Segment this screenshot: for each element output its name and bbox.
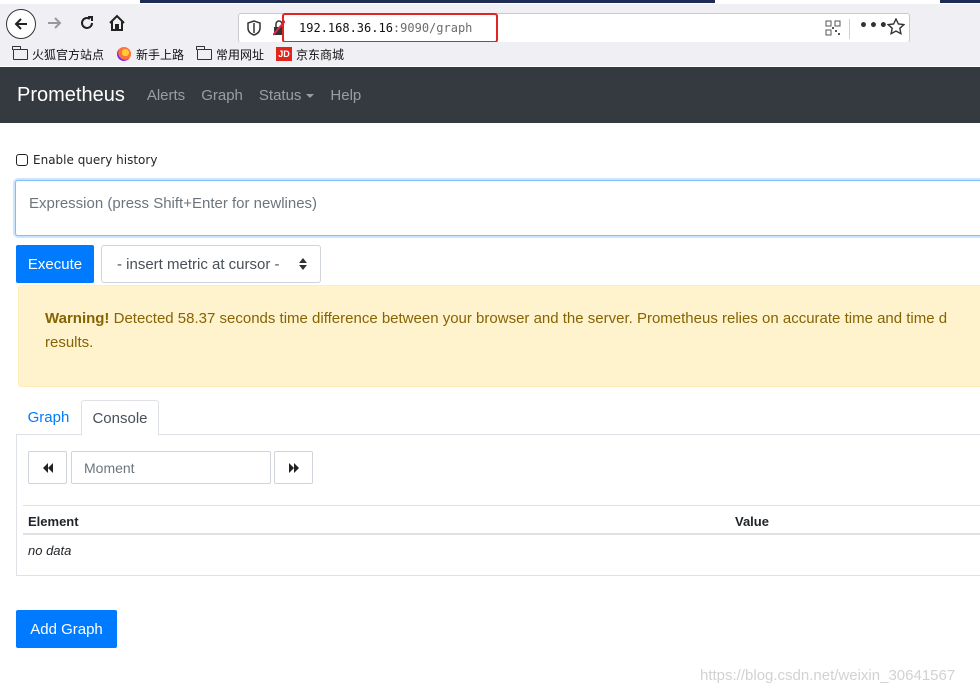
nav-link-help[interactable]: Help (330, 87, 361, 104)
nav-link-alerts[interactable]: Alerts (147, 87, 185, 104)
bookmark-item[interactable]: JD 京东商城 (276, 46, 344, 63)
warning-text-continued: results. (45, 334, 94, 351)
folder-icon (196, 45, 212, 60)
bookmark-star-icon[interactable] (887, 18, 905, 36)
bookmark-label: 火狐官方站点 (32, 47, 105, 62)
query-history-label: Enable query history (33, 153, 158, 167)
nav-link-status-label: Status (258, 86, 302, 104)
bookmark-item[interactable]: 火狐官方站点 (12, 45, 105, 63)
reload-button[interactable] (72, 8, 102, 38)
jd-icon: JD (276, 47, 293, 61)
tab-strip-segment (940, 0, 980, 3)
arrow-left-icon (14, 18, 27, 30)
nav-link-status[interactable]: Status (259, 87, 315, 104)
tab-graph[interactable]: Graph (16, 400, 81, 435)
column-header-element: Element (28, 514, 79, 529)
time-back-button[interactable] (28, 451, 67, 484)
reload-icon (81, 16, 93, 29)
bookmark-item[interactable]: 新手上路 (116, 46, 184, 63)
browser-toolbar: 192.168.36.16:9090/graph ••• (0, 4, 980, 43)
main-content: Enable query history Execute - insert me… (0, 123, 980, 694)
home-button[interactable] (102, 8, 132, 38)
warning-text: Detected 58.37 seconds time difference b… (109, 310, 948, 327)
insert-metric-select[interactable]: - insert metric at cursor - (101, 245, 321, 283)
panel-tabs: Graph Console (16, 400, 980, 436)
column-header-value: Value (735, 514, 769, 529)
prometheus-navbar: Prometheus Alerts Graph Status Help (0, 67, 980, 123)
query-history-toggle[interactable]: Enable query history (16, 153, 157, 167)
bookmarks-toolbar: 火狐官方站点 新手上路 常用网址 JD 京东商城 (0, 42, 980, 66)
more-actions-icon[interactable]: ••• (859, 18, 889, 34)
expression-input-wrapper (15, 180, 980, 236)
bookmark-label: 新手上路 (136, 47, 185, 62)
firefox-icon (117, 47, 132, 61)
moment-input[interactable]: Moment (71, 451, 271, 484)
qr-code-icon[interactable] (825, 20, 841, 36)
expression-input[interactable] (16, 181, 980, 235)
fast-backward-icon (42, 462, 53, 473)
arrow-right-icon (48, 17, 62, 29)
select-arrows-icon (299, 258, 307, 270)
folder-icon (12, 45, 28, 60)
console-panel: Moment Element Value no data (16, 435, 980, 576)
time-difference-warning: Warning! Detected 58.37 seconds time dif… (18, 285, 980, 387)
add-graph-button[interactable]: Add Graph (16, 610, 117, 648)
results-table-header: Element Value (23, 505, 980, 535)
bookmark-label: 常用网址 (216, 47, 265, 62)
bookmark-item[interactable]: 常用网址 (196, 45, 265, 63)
url-bar-divider (849, 19, 850, 39)
back-button[interactable] (6, 9, 36, 39)
tab-strip-segment (140, 0, 715, 3)
fast-forward-icon (288, 462, 299, 473)
shield-icon[interactable] (247, 20, 261, 36)
time-forward-button[interactable] (274, 451, 313, 484)
warning-title: Warning! (45, 310, 110, 327)
insert-metric-select-value: - insert metric at cursor - (117, 255, 280, 273)
nav-link-graph[interactable]: Graph (201, 87, 243, 104)
watermark: https://blog.csdn.net/weixin_30641567 (700, 667, 956, 684)
empty-results-text: no data (28, 543, 72, 558)
table-row: no data (23, 535, 980, 565)
forward-button[interactable] (40, 8, 70, 38)
execute-button[interactable]: Execute (16, 245, 94, 283)
bookmark-label: 京东商城 (296, 47, 345, 62)
query-history-checkbox[interactable] (16, 154, 28, 166)
caret-down-icon (306, 93, 315, 98)
url-highlight-annotation (282, 13, 498, 43)
home-icon (109, 14, 125, 31)
tab-console[interactable]: Console (81, 400, 159, 436)
brand-link[interactable]: Prometheus (17, 84, 125, 107)
